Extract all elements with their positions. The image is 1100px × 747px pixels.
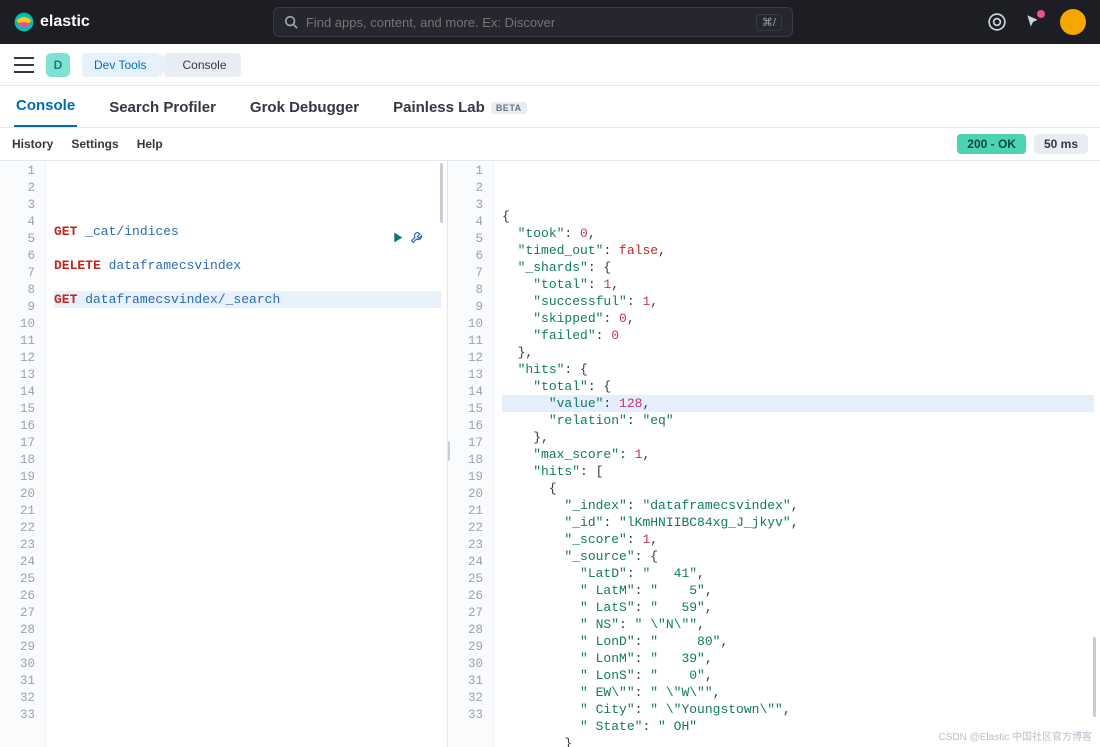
search-icon — [284, 15, 298, 29]
breadcrumb: Dev Tools Console — [82, 53, 241, 77]
elastic-logo-icon — [14, 12, 34, 32]
latency-badge: 50 ms — [1034, 134, 1088, 154]
scrollbar-thumb[interactable] — [1093, 637, 1096, 717]
settings-link[interactable]: Settings — [71, 137, 118, 151]
chevron-right-icon — [160, 53, 170, 77]
status-badge: 200 - OK — [957, 134, 1026, 154]
console-subnav: History Settings Help 200 - OK 50 ms — [0, 128, 1100, 161]
user-avatar[interactable] — [1060, 9, 1086, 35]
subnav-right: 200 - OK 50 ms — [957, 134, 1088, 154]
newsfeed-icon[interactable] — [1024, 13, 1042, 31]
app-tabs: Console Search Profiler Grok Debugger Painl… — [0, 86, 1100, 128]
tab-painless-lab[interactable]: Painless LabBETA — [391, 89, 529, 127]
search-input[interactable] — [306, 15, 748, 30]
space-badge[interactable]: D — [46, 53, 70, 77]
tab-search-profiler[interactable]: Search Profiler — [107, 89, 218, 127]
scrollbar-thumb[interactable] — [440, 163, 443, 223]
history-link[interactable]: History — [12, 137, 53, 151]
search-kbd-hint: ⌘/ — [756, 14, 782, 31]
editor-panes: 1234567891011121314151617181920212223242… — [0, 161, 1100, 747]
play-icon[interactable] — [391, 231, 404, 248]
top-right-icons — [988, 9, 1086, 35]
response-viewer[interactable]: { "took": 0, "timed_out": false, "_shard… — [494, 161, 1100, 747]
pane-resize-handle[interactable] — [448, 441, 450, 461]
help-link[interactable]: Help — [137, 137, 163, 151]
run-actions — [391, 231, 423, 248]
brand-text: elastic — [40, 13, 90, 31]
breadcrumb-item: Console — [164, 53, 240, 77]
request-gutter: 1234567891011121314151617181920212223242… — [0, 161, 46, 747]
notification-dot — [1037, 10, 1045, 18]
subnav-left: History Settings Help — [12, 137, 163, 151]
top-bar: elastic ⌘/ — [0, 0, 1100, 44]
secondary-bar: D Dev Tools Console — [0, 44, 1100, 86]
brand-logo[interactable]: elastic — [14, 12, 90, 32]
global-search[interactable]: ⌘/ — [273, 7, 793, 37]
help-icon[interactable] — [988, 13, 1006, 31]
tab-grok-debugger[interactable]: Grok Debugger — [248, 89, 361, 127]
breadcrumb-item[interactable]: Dev Tools — [82, 53, 160, 77]
tab-console[interactable]: Console — [14, 87, 77, 127]
watermark-text: CSDN @Elastic 中国社区官方博客 — [939, 728, 1093, 743]
nav-toggle-icon[interactable] — [14, 57, 34, 73]
response-gutter: 1 234 56789 10 11 121314 1516 17 1819202… — [448, 161, 494, 747]
beta-badge: BETA — [491, 102, 527, 114]
response-pane[interactable]: 1 234 56789 10 11 121314 1516 17 1819202… — [448, 161, 1100, 747]
request-editor[interactable]: GET _cat/indicesDELETE dataframecsvindex… — [46, 161, 447, 747]
wrench-icon[interactable] — [410, 231, 423, 248]
request-pane[interactable]: 1234567891011121314151617181920212223242… — [0, 161, 448, 747]
